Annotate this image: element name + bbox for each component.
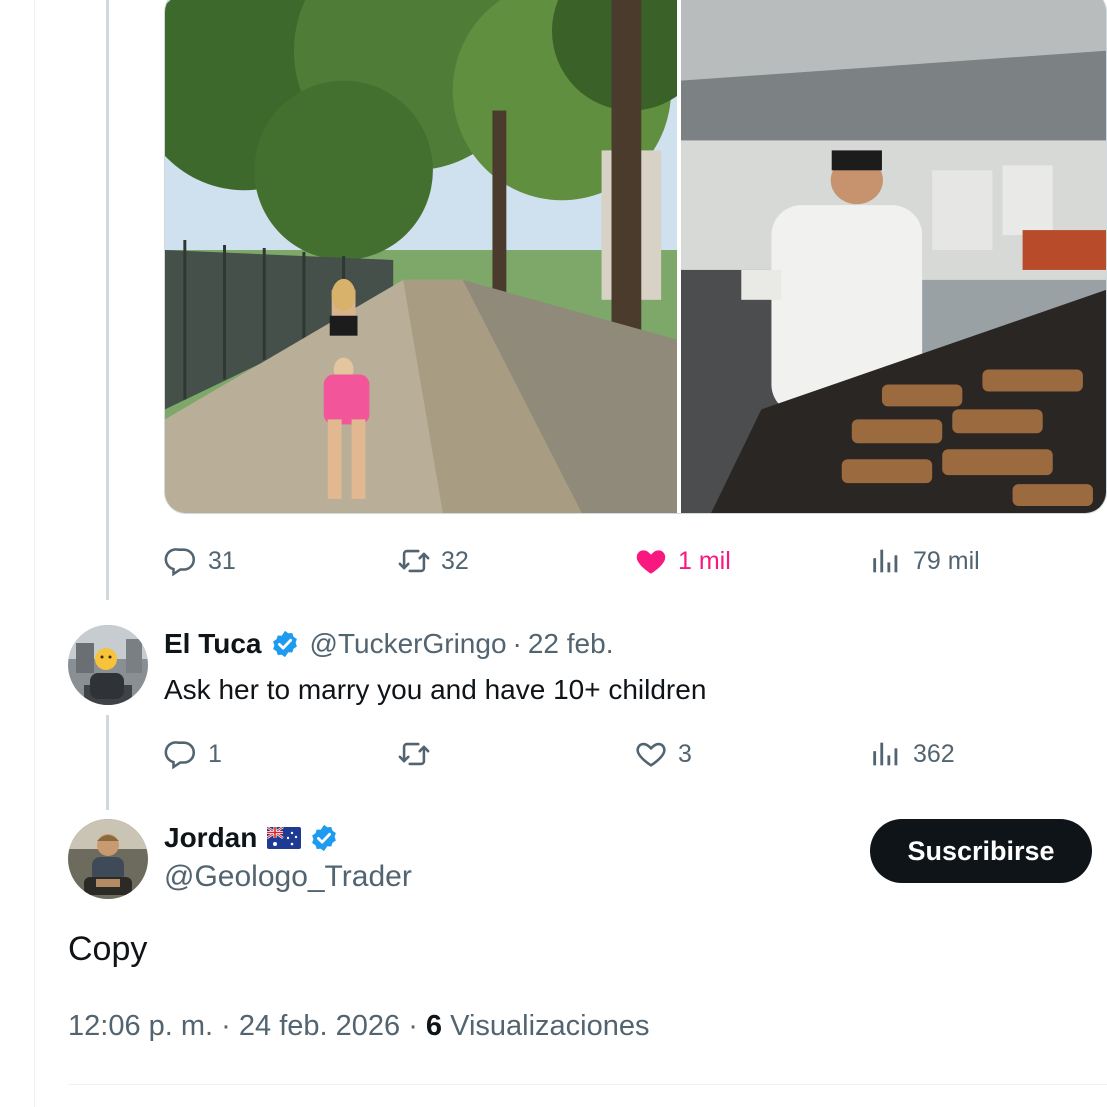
reply-text: Ask her to marry you and have 10+ childr… xyxy=(164,674,707,705)
avatar[interactable] xyxy=(68,819,148,899)
thread-line xyxy=(106,715,109,810)
reply-text: Copy xyxy=(68,930,148,968)
like-button[interactable]: 1 mil xyxy=(634,541,731,581)
reply-button[interactable]: 31 xyxy=(164,541,236,581)
divider xyxy=(68,1084,1107,1085)
verified-badge-icon xyxy=(272,630,297,658)
view-count: 362 xyxy=(913,739,955,768)
repost-count: 32 xyxy=(441,546,469,575)
repost-icon xyxy=(398,549,430,573)
author-handle[interactable]: @Geologo_Trader xyxy=(164,860,412,894)
post-meta: 12:06 p. m. · 24 feb. 2026 · 6 Visualiza… xyxy=(68,1010,650,1043)
australia-flag-icon xyxy=(267,827,302,849)
post-action-bar: 31 32 1 mil 79 mil xyxy=(164,541,1064,581)
views-button[interactable]: 362 xyxy=(869,734,955,774)
photo-grill-kitchen[interactable] xyxy=(681,0,1106,513)
author-name[interactable]: El Tuca xyxy=(164,628,262,660)
separator-dot: · xyxy=(221,1010,239,1042)
column-border xyxy=(34,0,35,1107)
repost-button[interactable]: 32 xyxy=(397,541,469,581)
separator-dot: · xyxy=(408,1010,426,1042)
reply-author-line: Jordan xyxy=(164,822,339,854)
views-count: 6 xyxy=(425,1010,443,1042)
reply-count: 1 xyxy=(208,739,222,768)
reply-button[interactable]: 1 xyxy=(164,734,222,774)
author-handle[interactable]: @TuckerGringo xyxy=(310,628,507,660)
reply-action-bar: 1 3 362 xyxy=(164,734,1064,774)
post-time[interactable]: 12:06 p. m. xyxy=(68,1010,213,1042)
photo-street-walk[interactable] xyxy=(165,0,681,513)
views-label: Visualizaciones xyxy=(450,1010,650,1042)
like-button[interactable]: 3 xyxy=(634,734,692,774)
subscribe-button[interactable]: Suscribirse xyxy=(870,819,1092,883)
heart-filled-icon xyxy=(636,550,666,574)
thread-line xyxy=(106,0,109,600)
author-name[interactable]: Jordan xyxy=(164,822,257,854)
heart-outline-icon xyxy=(636,742,666,767)
reply-date[interactable]: 22 feb. xyxy=(528,628,614,660)
repost-icon xyxy=(398,742,430,766)
like-count: 1 mil xyxy=(678,546,731,575)
like-count: 3 xyxy=(678,739,692,768)
verified-badge-icon xyxy=(312,824,337,852)
post-date[interactable]: 24 feb. 2026 xyxy=(239,1010,400,1042)
views-chart-icon xyxy=(873,742,898,766)
view-count: 79 mil xyxy=(913,546,980,575)
reply-author-line: El Tuca @TuckerGringo · 22 feb. xyxy=(164,628,613,660)
reply-icon xyxy=(164,741,196,770)
views-chart-icon xyxy=(873,549,898,573)
views-button[interactable]: 79 mil xyxy=(869,541,980,581)
post-media[interactable] xyxy=(164,0,1107,514)
reply-count: 31 xyxy=(208,546,236,575)
reply-icon xyxy=(164,548,196,577)
avatar[interactable] xyxy=(68,625,148,705)
separator-dot: · xyxy=(512,628,522,659)
repost-button[interactable] xyxy=(397,734,441,774)
